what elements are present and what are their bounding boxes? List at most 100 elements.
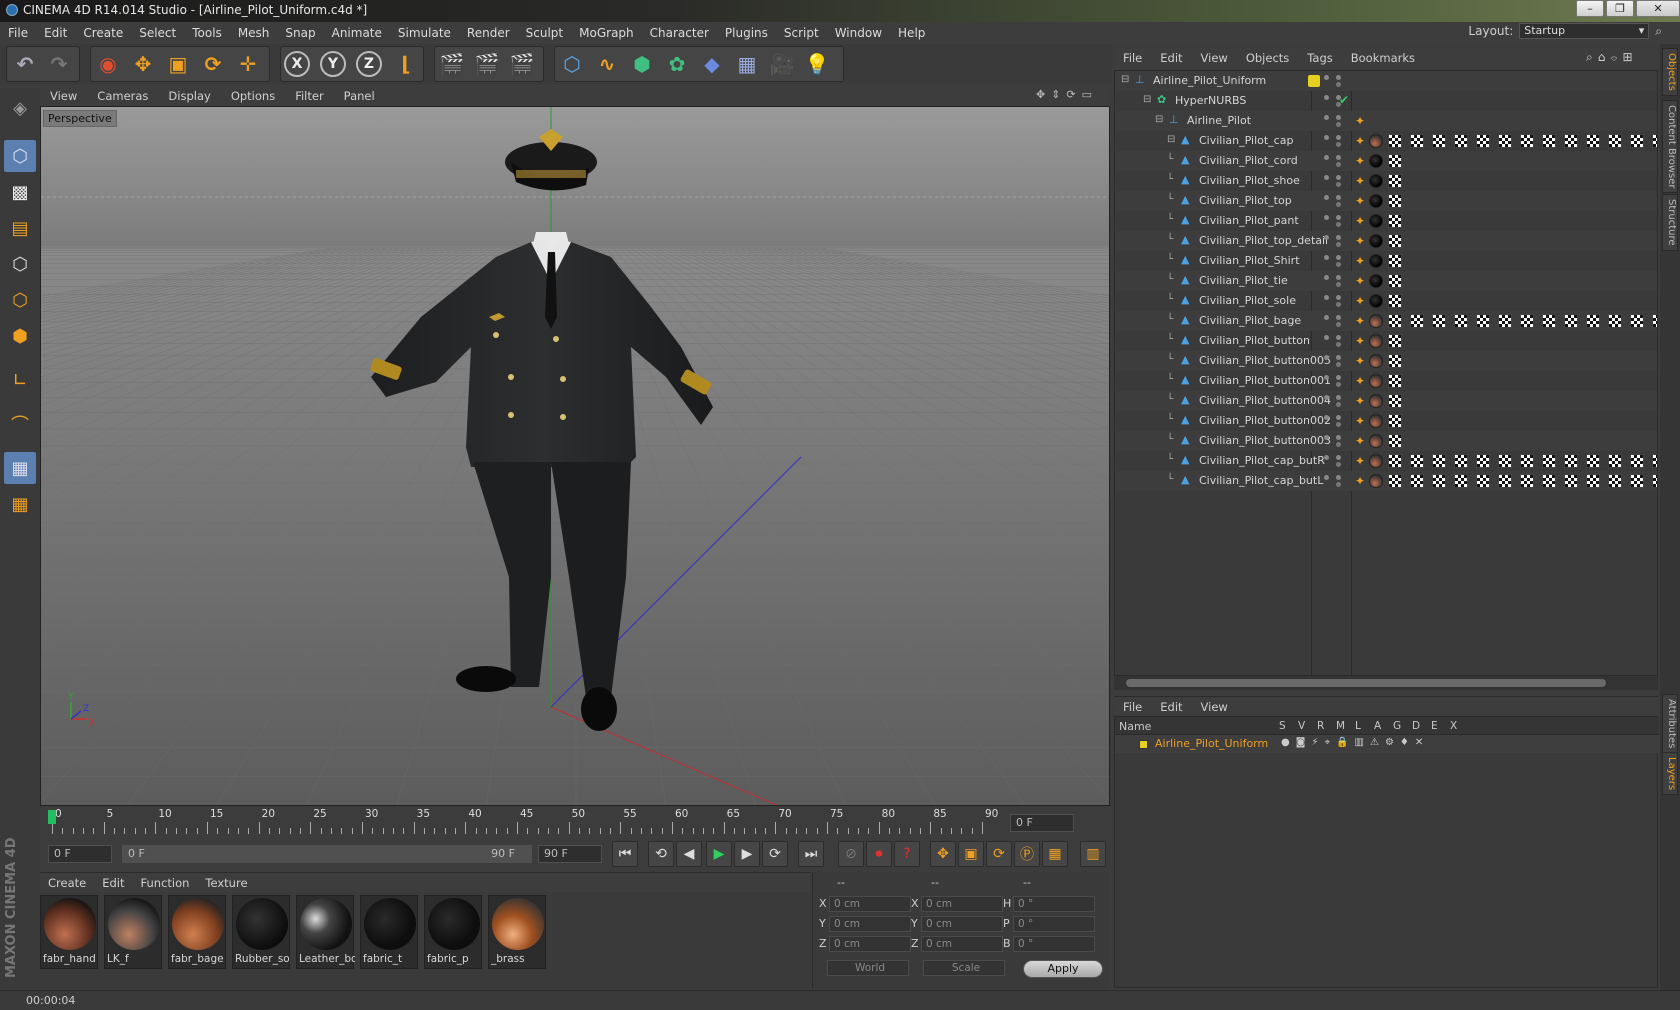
- visibility-toggles[interactable]: [1321, 471, 1349, 491]
- phong-tag-icon[interactable]: ✦: [1355, 454, 1367, 468]
- coord-value-field[interactable]: 0 °: [1013, 936, 1095, 952]
- axis-mode-icon[interactable]: ∟: [4, 364, 36, 396]
- light-icon[interactable]: 💡: [801, 48, 833, 80]
- menu-filter[interactable]: Filter: [285, 89, 333, 103]
- phong-tag-icon[interactable]: ✦: [1355, 474, 1367, 488]
- object-row[interactable]: └ ▲ Civilian_Pilot_top ✦: [1115, 191, 1657, 211]
- object-row[interactable]: └ ▲ Civilian_Pilot_bage ✦: [1115, 311, 1657, 331]
- coord-value-field[interactable]: 0 cm: [921, 936, 1003, 952]
- uvw-tag-icon[interactable]: [1388, 274, 1402, 288]
- coord-value-field[interactable]: 0 cm: [829, 896, 911, 912]
- object-manager-scrollbar[interactable]: [1114, 676, 1658, 690]
- object-row[interactable]: ⊟ ▲ Civilian_Pilot_cap ✦: [1115, 131, 1657, 151]
- layer-row-name[interactable]: Airline_Pilot_Uniform: [1155, 737, 1268, 750]
- uvw-tag-icon[interactable]: [1432, 314, 1446, 328]
- tag-column[interactable]: ✦: [1355, 191, 1402, 211]
- workplane-lock-icon[interactable]: ▦: [4, 488, 36, 520]
- phong-tag-icon[interactable]: ✦: [1355, 394, 1367, 408]
- autokey-icon[interactable]: ⏺: [866, 841, 892, 867]
- coord-value-field[interactable]: 0 °: [1013, 896, 1095, 912]
- visibility-toggles[interactable]: [1321, 391, 1349, 411]
- uvw-tag-icon[interactable]: [1608, 134, 1622, 148]
- timeline-window-icon[interactable]: ▥: [1080, 841, 1106, 867]
- uvw-tag-icon[interactable]: [1388, 374, 1402, 388]
- menu-mograph[interactable]: MoGraph: [571, 26, 642, 40]
- side-tab-layers[interactable]: Layers: [1662, 752, 1678, 796]
- material-tag-icon[interactable]: [1369, 194, 1383, 208]
- object-name[interactable]: Civilian_Pilot_cap: [1199, 134, 1293, 147]
- uvw-tag-icon[interactable]: [1432, 134, 1446, 148]
- material-fabr-hand[interactable]: fabr_hand: [40, 895, 98, 969]
- menu-edit[interactable]: Edit: [1151, 51, 1191, 65]
- keyframe-selection-icon[interactable]: ?: [894, 841, 920, 867]
- object-name[interactable]: Civilian_Pilot_top_detail: [1199, 234, 1328, 247]
- key-parameter-icon[interactable]: Ⓟ: [1014, 841, 1040, 867]
- coord-value-field[interactable]: 0 cm: [829, 936, 911, 952]
- undo-icon[interactable]: ↶: [9, 48, 41, 80]
- phong-tag-icon[interactable]: ✦: [1355, 354, 1367, 368]
- menu-cameras[interactable]: Cameras: [87, 89, 158, 103]
- uvw-tag-icon[interactable]: [1652, 134, 1657, 148]
- tree-expander-icon[interactable]: └: [1167, 194, 1173, 205]
- visibility-toggles[interactable]: [1321, 71, 1349, 91]
- object-row[interactable]: └ ▲ Civilian_Pilot_button005 ✦: [1115, 351, 1657, 371]
- perspective-viewport[interactable]: Perspective Y X Z: [40, 106, 1110, 806]
- edges-mode-icon[interactable]: ⬡: [4, 284, 36, 316]
- tag-column[interactable]: ✦: [1355, 451, 1657, 471]
- go-to-start-icon[interactable]: ⏮: [612, 841, 638, 867]
- menu-objects[interactable]: Objects: [1237, 51, 1298, 65]
- tag-column[interactable]: ✦: [1355, 131, 1657, 151]
- phong-tag-icon[interactable]: ✦: [1355, 214, 1367, 228]
- uvw-tag-icon[interactable]: [1388, 394, 1402, 408]
- start-frame-field[interactable]: 0 F: [48, 845, 112, 863]
- object-row[interactable]: └ ▲ Civilian_Pilot_cap_butR ✦: [1115, 451, 1657, 471]
- tag-column[interactable]: ✦: [1355, 411, 1402, 431]
- tree-expander-icon[interactable]: └: [1167, 354, 1173, 365]
- object-row[interactable]: └ ▲ Civilian_Pilot_top_detail ✦: [1115, 231, 1657, 251]
- tag-column[interactable]: ✦: [1355, 331, 1402, 351]
- visibility-toggles[interactable]: [1321, 451, 1349, 471]
- search-icon[interactable]: ⌕: [1655, 24, 1662, 39]
- object-name[interactable]: Civilian_Pilot_tie: [1199, 274, 1288, 287]
- tag-column[interactable]: ✦: [1355, 471, 1657, 491]
- material-leather-bo[interactable]: Leather_bo: [296, 895, 355, 969]
- material-tag-icon[interactable]: [1369, 174, 1383, 188]
- uvw-tag-icon[interactable]: [1476, 474, 1490, 488]
- tree-expander-icon[interactable]: ⊟: [1155, 114, 1163, 125]
- uvw-tag-icon[interactable]: [1608, 454, 1622, 468]
- layer-column-header[interactable]: V: [1298, 720, 1305, 732]
- uvw-tag-icon[interactable]: [1432, 454, 1446, 468]
- phong-tag-icon[interactable]: ✦: [1355, 154, 1367, 168]
- floor-icon[interactable]: ▦: [731, 48, 763, 80]
- object-name[interactable]: Civilian_Pilot_button: [1199, 334, 1310, 347]
- tag-column[interactable]: ✦: [1355, 171, 1402, 191]
- menu-animate[interactable]: Animate: [324, 26, 390, 40]
- render-view-icon[interactable]: 🎬: [436, 48, 468, 80]
- make-editable-icon[interactable]: ◈: [4, 92, 36, 124]
- uvw-tag-icon[interactable]: [1454, 134, 1468, 148]
- uvw-tag-icon[interactable]: [1388, 134, 1402, 148]
- tag-column[interactable]: ✦: [1355, 151, 1402, 171]
- enabled-check-icon[interactable]: ✔: [1339, 93, 1349, 107]
- uvw-tag-icon[interactable]: [1388, 474, 1402, 488]
- uvw-tag-icon[interactable]: [1388, 194, 1402, 208]
- uvw-tag-icon[interactable]: [1608, 314, 1622, 328]
- uvw-tag-icon[interactable]: [1498, 454, 1512, 468]
- material-lk-f[interactable]: LK_f: [104, 895, 162, 969]
- object-row[interactable]: └ ▲ Civilian_Pilot_button ✦: [1115, 331, 1657, 351]
- timeline-ruler[interactable]: 0 5 10 15 20 25 30 35 40 45 50 55 60 65 70 75 80 85 90 0 F: [40, 808, 1110, 838]
- menu-view[interactable]: View: [40, 89, 87, 103]
- menu-create[interactable]: Create: [40, 876, 94, 890]
- layer-column-header[interactable]: R: [1317, 720, 1324, 732]
- phong-tag-icon[interactable]: ✦: [1355, 174, 1367, 188]
- magnet-icon[interactable]: ⌒: [4, 408, 36, 440]
- y-axis-icon[interactable]: Y: [320, 51, 346, 77]
- z-axis-icon[interactable]: Z: [356, 51, 382, 77]
- uvw-tag-icon[interactable]: [1388, 154, 1402, 168]
- menu-mesh[interactable]: Mesh: [230, 26, 278, 40]
- uvw-tag-icon[interactable]: [1498, 314, 1512, 328]
- key-position-icon[interactable]: ✥: [930, 841, 956, 867]
- visibility-toggles[interactable]: [1321, 231, 1349, 251]
- nurbs-icon[interactable]: ⬢: [626, 48, 658, 80]
- frame-range-slider[interactable]: 0 F 90 F: [122, 845, 532, 863]
